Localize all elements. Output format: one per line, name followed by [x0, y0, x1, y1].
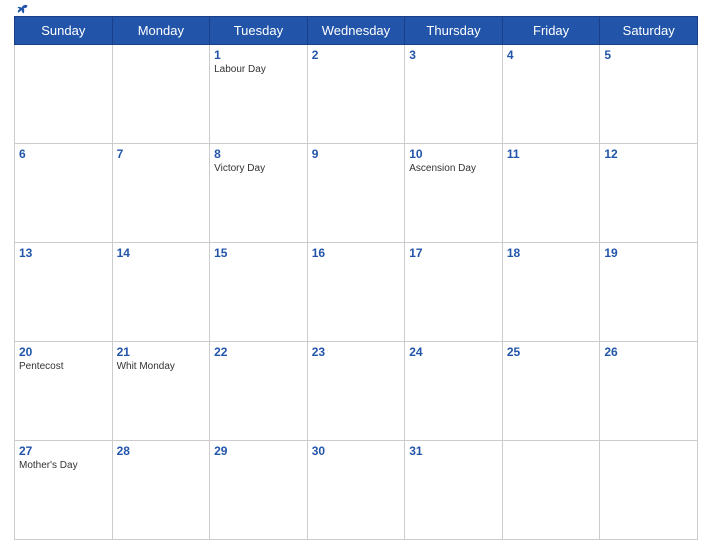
weekday-header-wednesday: Wednesday	[307, 17, 405, 45]
day-number: 24	[409, 345, 498, 359]
day-number: 20	[19, 345, 108, 359]
weekday-header-friday: Friday	[502, 17, 600, 45]
week-row-1: 678 Victory Day 9 10 Ascension Day 11 12	[15, 144, 698, 243]
day-number: 29	[214, 444, 303, 458]
calendar-cell: 28	[112, 441, 210, 540]
calendar-cell: 16	[307, 243, 405, 342]
day-number: 10	[409, 147, 498, 161]
weekday-header-sunday: Sunday	[15, 17, 113, 45]
calendar-cell	[600, 441, 698, 540]
calendar-cell: 21 Whit Monday	[112, 342, 210, 441]
calendar-cell: 5	[600, 45, 698, 144]
calendar-cell: 2	[307, 45, 405, 144]
day-number: 17	[409, 246, 498, 260]
calendar-cell: 27 Mother's Day	[15, 441, 113, 540]
calendar-cell: 12	[600, 144, 698, 243]
holiday-name: Labour Day	[214, 64, 303, 75]
calendar-cell: 23	[307, 342, 405, 441]
calendar-cell	[502, 441, 600, 540]
day-number: 4	[507, 48, 596, 62]
holiday-name: Pentecost	[19, 361, 108, 372]
calendar-cell: 9	[307, 144, 405, 243]
calendar-cell: 18	[502, 243, 600, 342]
calendar-cell: 1 Labour Day	[210, 45, 308, 144]
calendar-cell: 17	[405, 243, 503, 342]
logo-bird-icon	[16, 3, 30, 17]
calendar-cell: 26	[600, 342, 698, 441]
week-row-3: 20 Pentecost 21 Whit Monday 22 23 24 25 26	[15, 342, 698, 441]
calendar-cell: 25	[502, 342, 600, 441]
calendar-cell: 19	[600, 243, 698, 342]
calendar-table: SundayMondayTuesdayWednesdayThursdayFrid…	[14, 16, 698, 540]
calendar-cell: 30	[307, 441, 405, 540]
calendar-cell: 20 Pentecost	[15, 342, 113, 441]
day-number: 23	[312, 345, 401, 359]
day-number: 6	[19, 147, 108, 161]
calendar-cell: 13	[15, 243, 113, 342]
day-number: 3	[409, 48, 498, 62]
day-number: 5	[604, 48, 693, 62]
logo-blue-text	[14, 3, 30, 17]
weekday-header-row: SundayMondayTuesdayWednesdayThursdayFrid…	[15, 17, 698, 45]
calendar-cell: 7	[112, 144, 210, 243]
day-number: 27	[19, 444, 108, 458]
calendar-cell	[112, 45, 210, 144]
day-number: 8	[214, 147, 303, 161]
calendar-cell: 8 Victory Day	[210, 144, 308, 243]
day-number: 7	[117, 147, 206, 161]
holiday-name: Victory Day	[214, 163, 303, 174]
day-number: 14	[117, 246, 206, 260]
calendar-cell: 11	[502, 144, 600, 243]
calendar-cell: 10 Ascension Day	[405, 144, 503, 243]
day-number: 9	[312, 147, 401, 161]
day-number: 11	[507, 147, 596, 161]
day-number: 31	[409, 444, 498, 458]
day-number: 25	[507, 345, 596, 359]
day-number: 18	[507, 246, 596, 260]
day-number: 21	[117, 345, 206, 359]
calendar-cell: 15	[210, 243, 308, 342]
day-number: 16	[312, 246, 401, 260]
calendar-wrapper: SundayMondayTuesdayWednesdayThursdayFrid…	[0, 0, 712, 550]
calendar-cell: 3	[405, 45, 503, 144]
calendar-cell: 22	[210, 342, 308, 441]
day-number: 22	[214, 345, 303, 359]
weekday-header-saturday: Saturday	[600, 17, 698, 45]
weekday-header-monday: Monday	[112, 17, 210, 45]
week-row-2: 13 14 15 16 17 18 19	[15, 243, 698, 342]
holiday-name: Whit Monday	[117, 361, 206, 372]
day-number: 12	[604, 147, 693, 161]
day-number: 28	[117, 444, 206, 458]
calendar-cell: 31	[405, 441, 503, 540]
calendar-cell: 29	[210, 441, 308, 540]
calendar-cell: 14	[112, 243, 210, 342]
calendar-cell: 24	[405, 342, 503, 441]
week-row-0: 1 Labour Day 2345	[15, 45, 698, 144]
logo	[14, 3, 30, 17]
holiday-name: Mother's Day	[19, 460, 108, 471]
calendar-cell: 4	[502, 45, 600, 144]
day-number: 26	[604, 345, 693, 359]
calendar-cell: 6	[15, 144, 113, 243]
day-number: 19	[604, 246, 693, 260]
week-row-4: 27 Mother's Day 28 29 30 31	[15, 441, 698, 540]
day-number: 2	[312, 48, 401, 62]
weekday-header-tuesday: Tuesday	[210, 17, 308, 45]
day-number: 13	[19, 246, 108, 260]
day-number: 30	[312, 444, 401, 458]
day-number: 15	[214, 246, 303, 260]
day-number: 1	[214, 48, 303, 62]
calendar-cell	[15, 45, 113, 144]
holiday-name: Ascension Day	[409, 163, 498, 174]
weekday-header-thursday: Thursday	[405, 17, 503, 45]
